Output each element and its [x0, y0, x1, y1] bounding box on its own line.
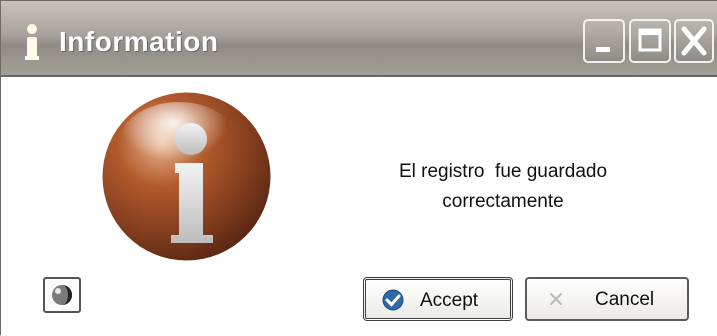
close-icon: [681, 26, 707, 56]
globe-icon: [52, 285, 72, 305]
minimize-icon: [596, 47, 610, 52]
globe-button[interactable]: [43, 277, 81, 313]
maximize-button[interactable]: [629, 19, 671, 63]
message-text: El registro fue guardado correctamente: [353, 157, 653, 217]
message-line-2: correctamente: [442, 191, 564, 212]
cancel-label: Cancel: [595, 289, 655, 310]
cancel-icon: [550, 293, 562, 305]
window-title: Information: [59, 26, 219, 57]
message-line-1: El registro fue guardado: [398, 161, 608, 182]
cancel-button[interactable]: Cancel: [525, 277, 689, 321]
maximize-icon: [638, 28, 662, 52]
close-button[interactable]: [674, 19, 714, 63]
information-dialog: Information El registro fue guardado cor…: [0, 0, 717, 336]
info-i-icon: [25, 24, 39, 60]
check-icon: [382, 289, 404, 311]
title-bar[interactable]: Information: [1, 1, 717, 77]
accept-button[interactable]: Accept: [363, 277, 513, 321]
accept-label: Accept: [420, 290, 479, 311]
info-orb-icon: [102, 92, 271, 261]
minimize-button[interactable]: [583, 19, 625, 63]
